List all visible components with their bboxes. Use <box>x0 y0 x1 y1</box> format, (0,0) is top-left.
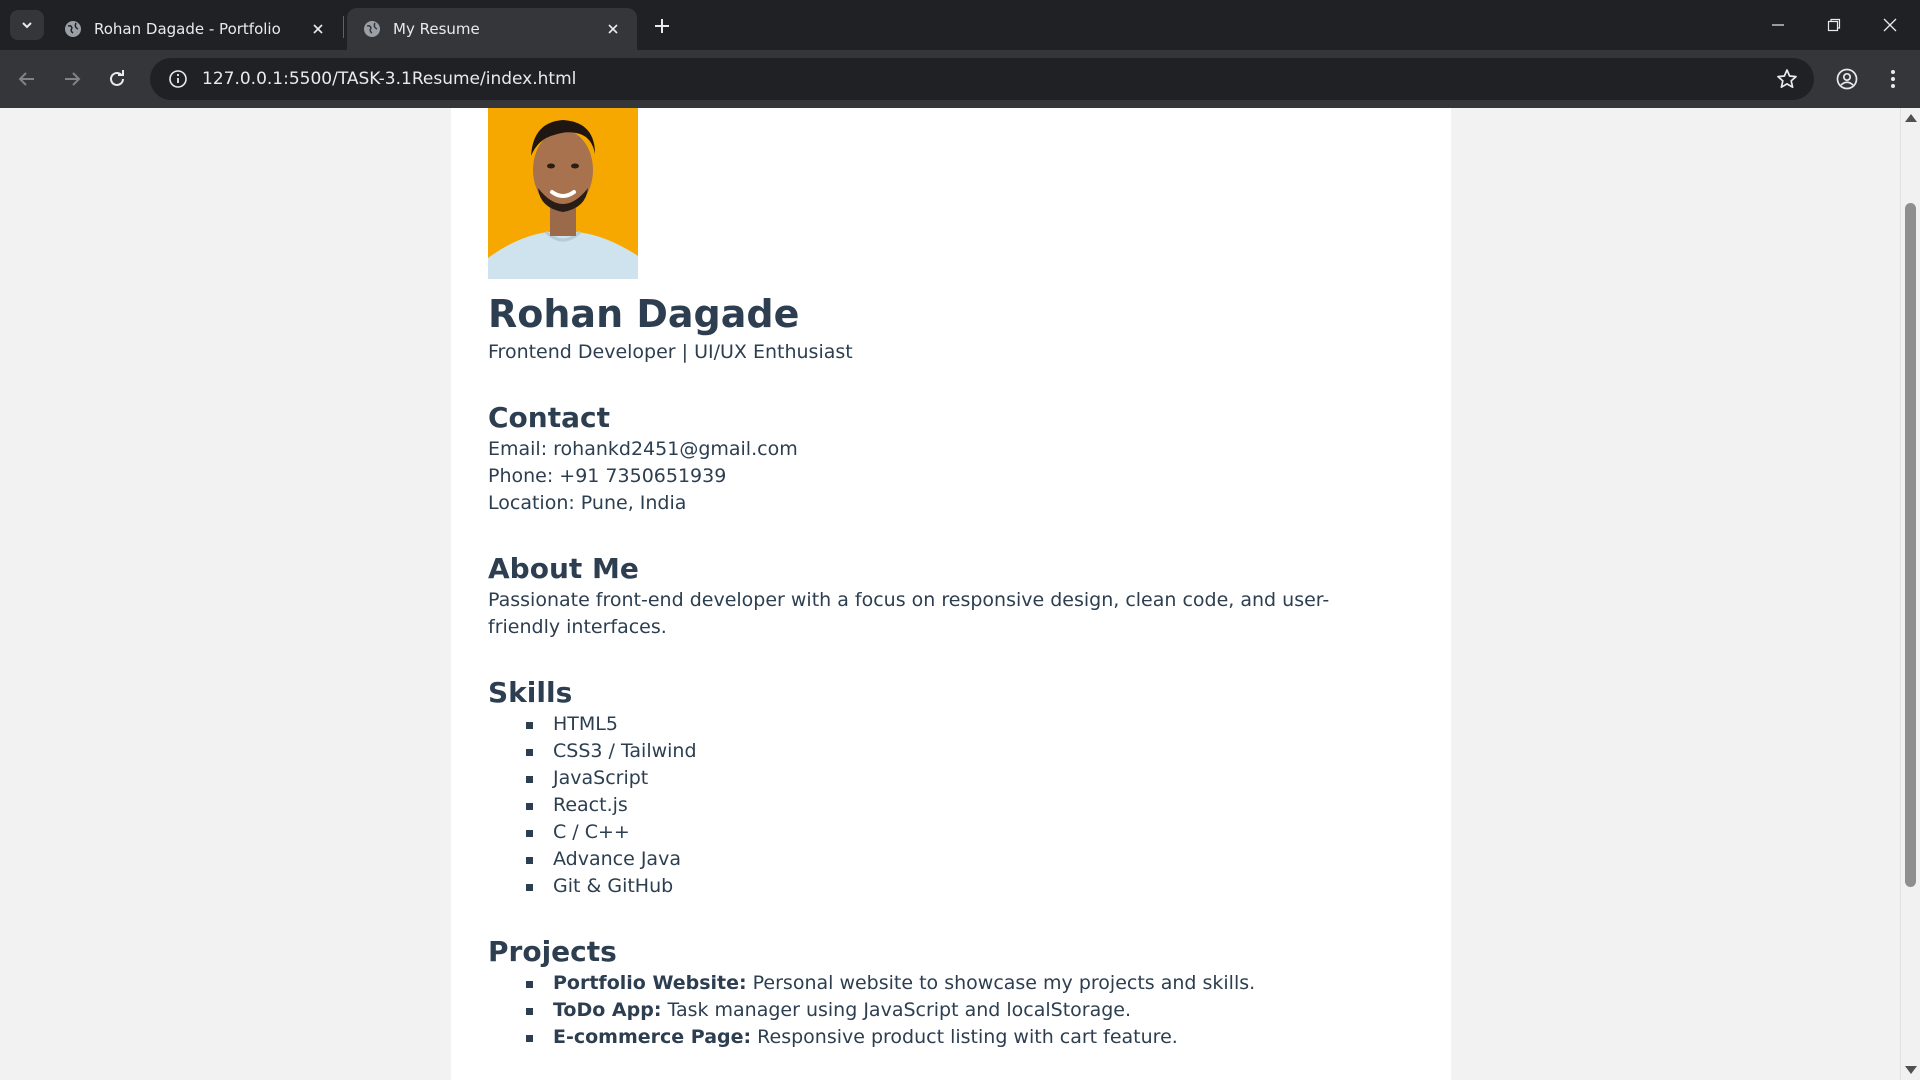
list-item: CSS3 / Tailwind <box>526 738 1408 765</box>
restore-icon <box>1827 18 1841 32</box>
about-section: About Me Passionate front-end developer … <box>488 551 1408 641</box>
tab-my-resume[interactable]: My Resume <box>347 8 637 50</box>
list-item: Git & GitHub <box>526 873 1408 900</box>
project-name: Portfolio Website: <box>553 972 747 994</box>
vertical-scrollbar[interactable] <box>1900 108 1920 1080</box>
projects-heading: Projects <box>488 935 617 968</box>
skills-heading: Skills <box>488 676 573 709</box>
more-vert-icon <box>1891 70 1895 88</box>
tab-divider <box>343 16 344 38</box>
star-icon[interactable] <box>1776 68 1798 90</box>
reload-icon <box>110 70 124 86</box>
new-tab-button[interactable] <box>648 12 676 40</box>
close-icon[interactable] <box>603 19 623 39</box>
list-item: ToDo App: Task manager using JavaScript … <box>526 997 1408 1024</box>
info-icon[interactable] <box>158 58 198 100</box>
contact-phone: Phone: +91 7350651939 <box>488 465 727 487</box>
resume-tagline: Frontend Developer | UI/UX Enthusiast <box>488 341 853 363</box>
address-bar[interactable]: 127.0.0.1:5500/TASK-3.1Resume/index.html <box>150 58 1814 100</box>
minimize-button[interactable] <box>1750 0 1806 50</box>
contact-heading: Contact <box>488 401 610 434</box>
browser-menu-button[interactable] <box>1876 62 1910 96</box>
contact-location: Location: Pune, India <box>488 492 687 514</box>
tab-title: My Resume <box>393 20 480 38</box>
list-item: C / C++ <box>526 819 1408 846</box>
contact-email: Email: rohankd2451@gmail.com <box>488 438 798 460</box>
close-icon <box>1883 18 1897 32</box>
contact-section: Contact Email: rohankd2451@gmail.com Pho… <box>488 400 1408 517</box>
forward-button[interactable] <box>55 62 89 96</box>
tab-bar: Rohan Dagade - Portfolio My Resume <box>0 0 1920 50</box>
list-item: Portfolio Website: Personal website to s… <box>526 970 1408 997</box>
back-button[interactable] <box>10 62 44 96</box>
window-close-button[interactable] <box>1862 0 1918 50</box>
resume-container: Rohan Dagade Frontend Developer | UI/UX … <box>451 108 1451 1080</box>
project-name: ToDo App: <box>553 999 662 1021</box>
arrow-left-icon <box>18 72 34 86</box>
resume-name: Rohan Dagade <box>488 292 800 336</box>
resume-content: Rohan Dagade Frontend Developer | UI/UX … <box>488 108 1408 1051</box>
tab-title: Rohan Dagade - Portfolio <box>94 20 281 38</box>
page-viewport: Rohan Dagade Frontend Developer | UI/UX … <box>0 108 1920 1080</box>
reload-button[interactable] <box>100 62 134 96</box>
scroll-thumb[interactable] <box>1905 203 1916 887</box>
projects-section: Projects Portfolio Website: Personal web… <box>488 934 1408 1051</box>
list-item: JavaScript <box>526 765 1408 792</box>
project-desc: Responsive product listing with cart fea… <box>751 1026 1178 1048</box>
tab-portfolio[interactable]: Rohan Dagade - Portfolio <box>48 8 342 50</box>
account-icon <box>1836 68 1858 90</box>
about-heading: About Me <box>488 552 639 585</box>
profile-button[interactable] <box>1830 62 1864 96</box>
browser-toolbar: 127.0.0.1:5500/TASK-3.1Resume/index.html <box>0 50 1920 108</box>
scroll-down-arrow[interactable] <box>1905 1066 1917 1074</box>
project-desc: Task manager using JavaScript and localS… <box>661 999 1132 1021</box>
arrow-right-icon <box>65 72 81 86</box>
profile-photo <box>488 108 638 279</box>
about-text: Passionate front-end developer with a fo… <box>488 589 1330 638</box>
tab-search-button[interactable] <box>10 10 44 40</box>
plus-icon <box>655 19 669 33</box>
globe-icon <box>64 20 82 38</box>
scroll-up-arrow[interactable] <box>1905 114 1917 122</box>
minimize-icon <box>1772 24 1784 26</box>
list-item: HTML5 <box>526 711 1408 738</box>
restore-button[interactable] <box>1806 0 1862 50</box>
list-item: React.js <box>526 792 1408 819</box>
skills-list: HTML5 CSS3 / Tailwind JavaScript React.j… <box>526 711 1408 900</box>
list-item: E-commerce Page: Responsive product list… <box>526 1024 1408 1051</box>
projects-list: Portfolio Website: Personal website to s… <box>526 970 1408 1051</box>
project-name: E-commerce Page: <box>553 1026 752 1048</box>
chevron-down-icon <box>22 22 32 29</box>
project-desc: Personal website to showcase my projects… <box>746 972 1256 994</box>
url-text[interactable]: 127.0.0.1:5500/TASK-3.1Resume/index.html <box>202 69 576 89</box>
skills-section: Skills HTML5 CSS3 / Tailwind JavaScript … <box>488 675 1408 900</box>
list-item: Advance Java <box>526 846 1408 873</box>
globe-icon <box>363 20 381 38</box>
close-icon[interactable] <box>308 19 328 39</box>
